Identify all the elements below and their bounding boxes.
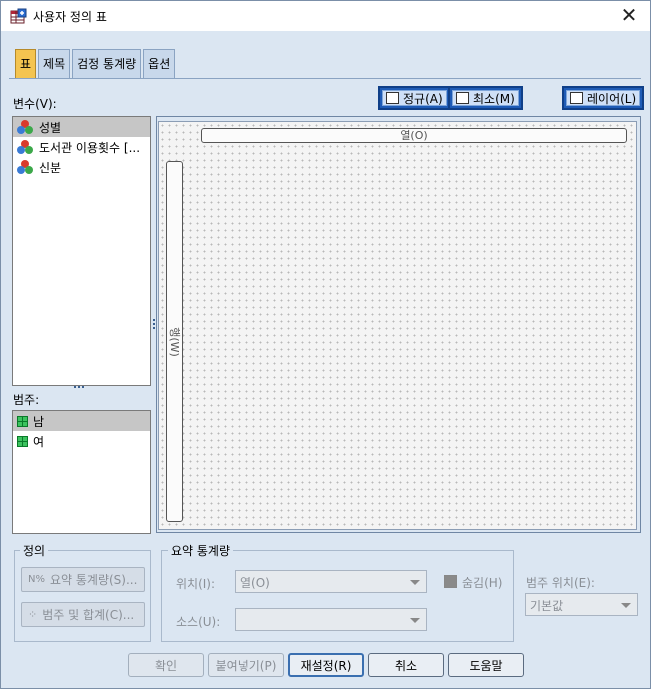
category-item[interactable]: 여 <box>13 431 150 451</box>
nominal-variable-icon <box>17 159 34 175</box>
layer-button[interactable]: 레이어(L) <box>562 86 645 110</box>
tab-options[interactable]: 옵션 <box>143 49 176 78</box>
compact-view-label: 최소(M) <box>473 91 515 106</box>
table-view-icon <box>386 92 399 104</box>
tab-table[interactable]: 표 <box>15 49 37 78</box>
variable-item[interactable]: 성별 <box>13 117 150 137</box>
variable-list[interactable]: 성별 도서관 이용횟수 [... 신분 <box>12 116 151 386</box>
category-position-label: 범주 위치(E): <box>526 576 595 590</box>
horizontal-splitter-handle[interactable] <box>74 386 88 388</box>
variable-label: 성별 <box>39 120 62 135</box>
tab-bar: 표 제목 검정 통계량 옵션 <box>15 49 177 79</box>
source-select[interactable] <box>235 608 427 631</box>
layer-label: 레이어(L) <box>587 91 637 106</box>
row-zone-label: 행(W) <box>168 327 181 357</box>
summary-statistics-icon: N% <box>28 574 45 585</box>
chevron-down-icon <box>410 618 420 623</box>
definition-group-title: 정의 <box>20 542 49 559</box>
vertical-splitter-handle[interactable] <box>153 319 155 333</box>
source-label: 소스(U): <box>176 615 221 629</box>
variables-label: 변수(V): <box>13 97 57 111</box>
variable-label: 도서관 이용횟수 [... <box>39 140 141 155</box>
categories-label: 범주: <box>13 393 40 407</box>
chevron-down-icon <box>621 603 631 608</box>
close-button[interactable]: ✕ <box>614 4 644 28</box>
close-icon: ✕ <box>620 3 638 27</box>
window-title: 사용자 정의 표 <box>33 10 107 24</box>
variable-label: 신분 <box>39 160 62 175</box>
tab-titles[interactable]: 제목 <box>38 49 71 78</box>
column-zone-label: 열(O) <box>400 129 428 142</box>
category-grid-icon <box>17 435 28 447</box>
categories-icon: ⁘ <box>28 608 38 621</box>
nominal-variable-icon <box>17 119 34 135</box>
app-icon <box>10 8 27 24</box>
nominal-variable-icon <box>17 139 34 155</box>
summary-statistics-label: 요약 통계량(S)... <box>49 573 138 587</box>
summary-statistics-group-title: 요약 통계량 <box>168 542 234 559</box>
tab-divider <box>9 78 641 79</box>
custom-tables-dialog: 사용자 정의 표 ✕ 표 제목 검정 통계량 옵션 변수(V): 정규(A) 최… <box>0 0 651 689</box>
column-drop-zone[interactable]: 열(O) <box>201 128 627 143</box>
reset-button[interactable]: 재설정(R) <box>288 653 364 677</box>
category-list[interactable]: 남 여 <box>12 410 151 534</box>
category-label: 여 <box>33 434 45 449</box>
categories-totals-button[interactable]: ⁘ 범주 및 합계(C)... <box>21 602 145 627</box>
position-select[interactable]: 열(O) <box>235 570 427 593</box>
help-button[interactable]: 도움말 <box>448 653 524 677</box>
cancel-button[interactable]: 취소 <box>368 653 444 677</box>
normal-view-label: 정규(A) <box>403 91 443 106</box>
position-label: 위치(I): <box>176 577 216 591</box>
category-item[interactable]: 남 <box>13 411 150 431</box>
category-position-select[interactable]: 기본값 <box>525 593 638 616</box>
normal-view-button[interactable]: 정규(A) <box>378 86 451 110</box>
compact-view-icon <box>456 92 469 104</box>
summary-statistics-button[interactable]: N% 요약 통계량(S)... <box>21 567 145 592</box>
definition-group <box>14 550 151 642</box>
category-grid-icon <box>17 415 28 427</box>
title-bar: 사용자 정의 표 ✕ <box>1 1 650 31</box>
variable-item[interactable]: 도서관 이용횟수 [... <box>13 137 150 157</box>
row-drop-zone[interactable]: 행(W) <box>166 161 183 522</box>
layers-icon <box>570 92 583 104</box>
hide-label: 숨김(H) <box>462 576 503 590</box>
hide-checkbox[interactable] <box>444 575 457 588</box>
categories-totals-label: 범주 및 합계(C)... <box>42 608 135 622</box>
compact-view-button[interactable]: 최소(M) <box>448 86 523 110</box>
category-position-value: 기본값 <box>530 599 564 613</box>
paste-button[interactable]: 붙여넣기(P) <box>208 653 284 677</box>
variable-item[interactable]: 신분 <box>13 157 150 177</box>
category-label: 남 <box>33 414 45 429</box>
position-value: 열(O) <box>240 576 270 590</box>
ok-button[interactable]: 확인 <box>128 653 204 677</box>
tab-test-statistics[interactable]: 검정 통계량 <box>72 49 142 78</box>
chevron-down-icon <box>410 580 420 585</box>
table-canvas[interactable] <box>158 121 637 530</box>
